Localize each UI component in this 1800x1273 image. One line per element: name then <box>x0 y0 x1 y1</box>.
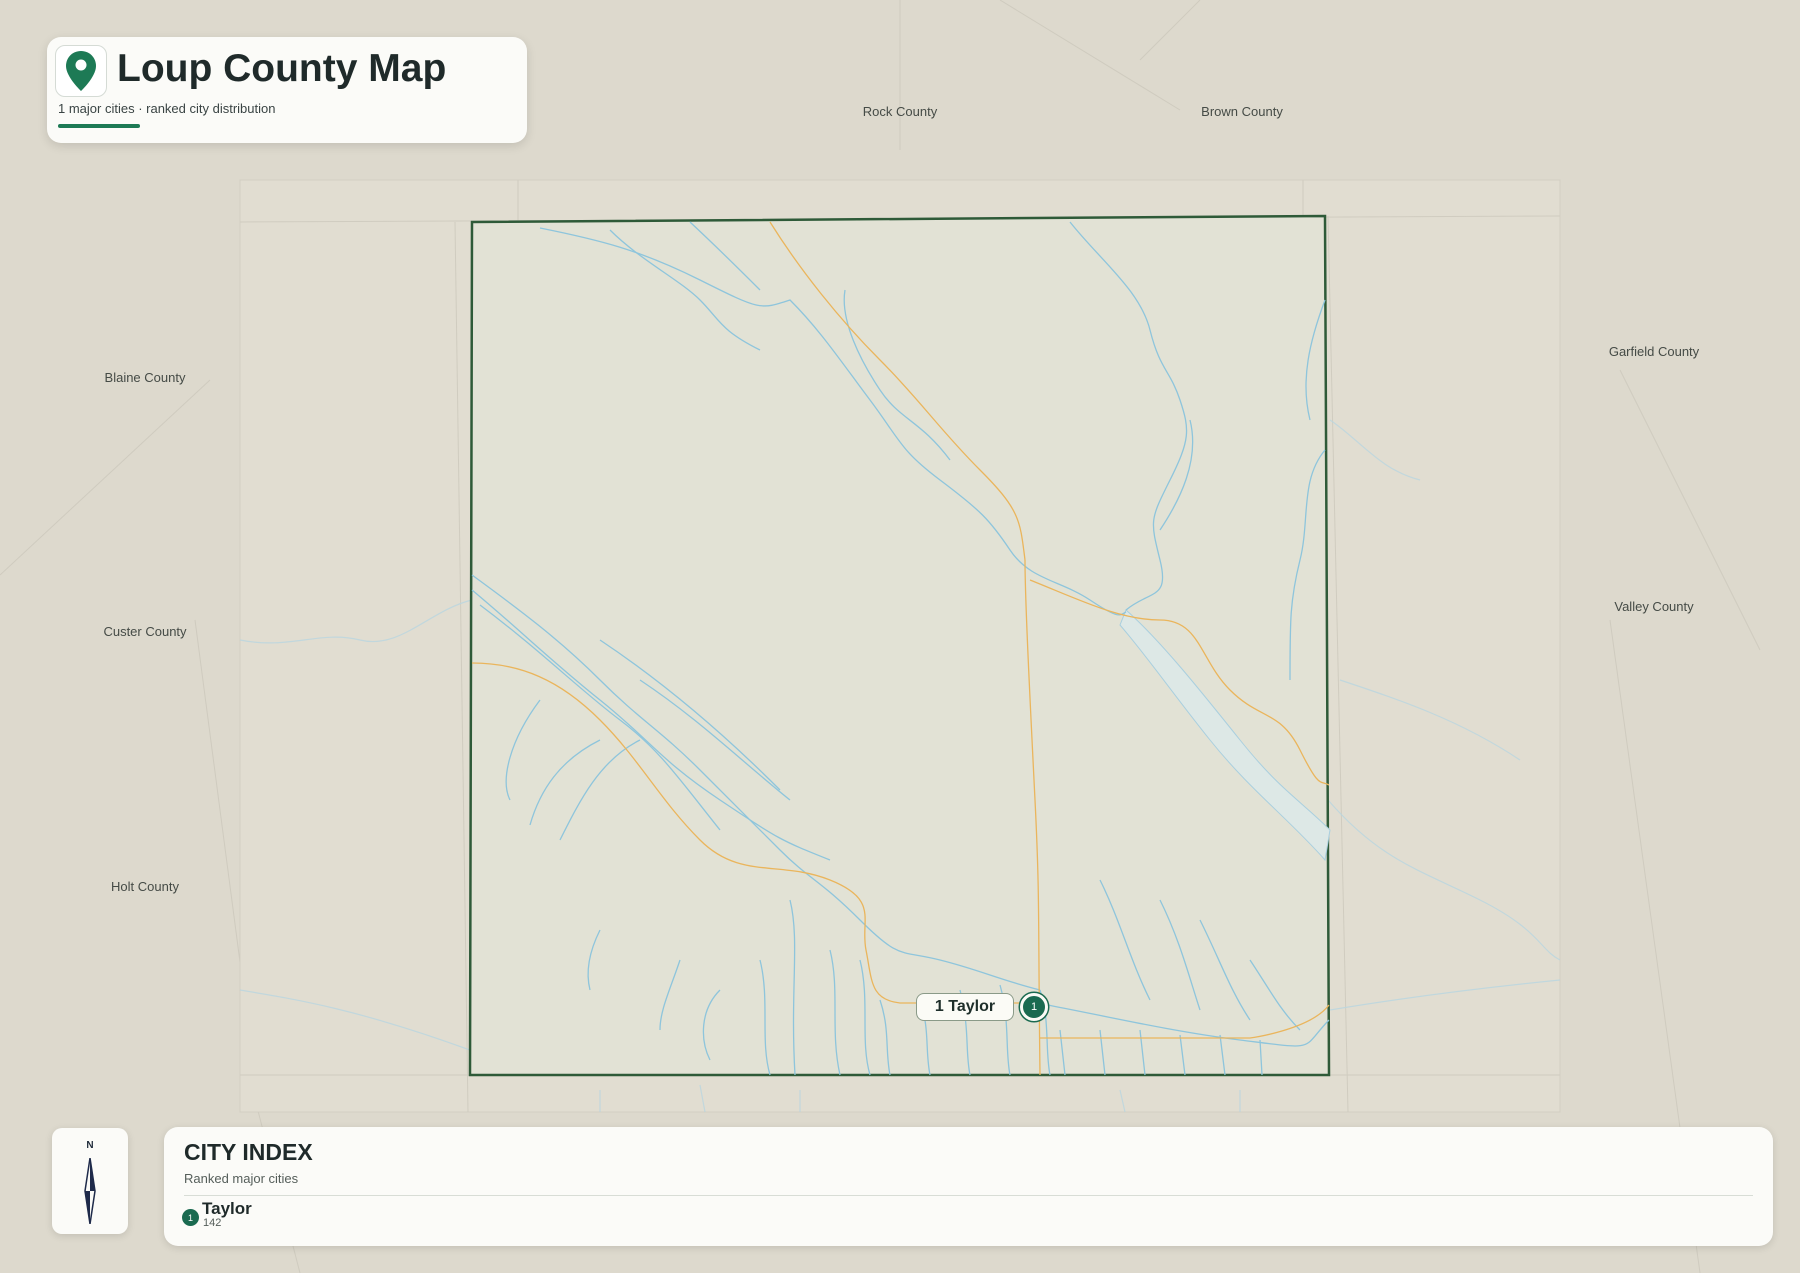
neighbor-county-label: Custer County <box>103 624 187 639</box>
neighbor-county-label: Brown County <box>1201 104 1283 119</box>
map-pin-icon <box>66 51 96 91</box>
rank-badge: 1 <box>182 1209 199 1226</box>
neighbor-county-label: Rock County <box>862 104 938 119</box>
neighbor-county-label: Blaine County <box>104 370 186 385</box>
city-index-title: CITY INDEX <box>184 1139 313 1165</box>
city-index-value: 142 <box>203 1217 222 1229</box>
title-card: Loup County Map 1 major cities · ranked … <box>47 37 527 143</box>
divider <box>184 1195 1753 1196</box>
neighbor-county-label: Valley County <box>1614 599 1694 614</box>
page-title: Loup County Map <box>117 47 447 90</box>
neighbor-county-label: Holt County <box>111 879 179 894</box>
page-subtitle: 1 major cities · ranked city distributio… <box>58 101 276 116</box>
compass-north-label: N <box>86 1140 94 1151</box>
city-index-name[interactable]: Taylor <box>202 1199 252 1219</box>
city-index-panel: CITY INDEX Ranked major cities 1 Taylor … <box>164 1127 1773 1246</box>
city-index-subtitle: Ranked major cities <box>184 1171 299 1186</box>
map-canvas <box>0 0 1761 1273</box>
city-label-taylor[interactable]: 1 Taylor <box>916 993 1014 1021</box>
city-marker-taylor[interactable]: 1 <box>1020 993 1048 1021</box>
compass-card: N <box>52 1128 128 1234</box>
title-accent-bar <box>58 124 140 128</box>
pin-icon-box <box>55 45 107 97</box>
compass-needle-icon <box>84 1158 96 1224</box>
neighbor-county-label: Garfield County <box>1608 344 1700 359</box>
